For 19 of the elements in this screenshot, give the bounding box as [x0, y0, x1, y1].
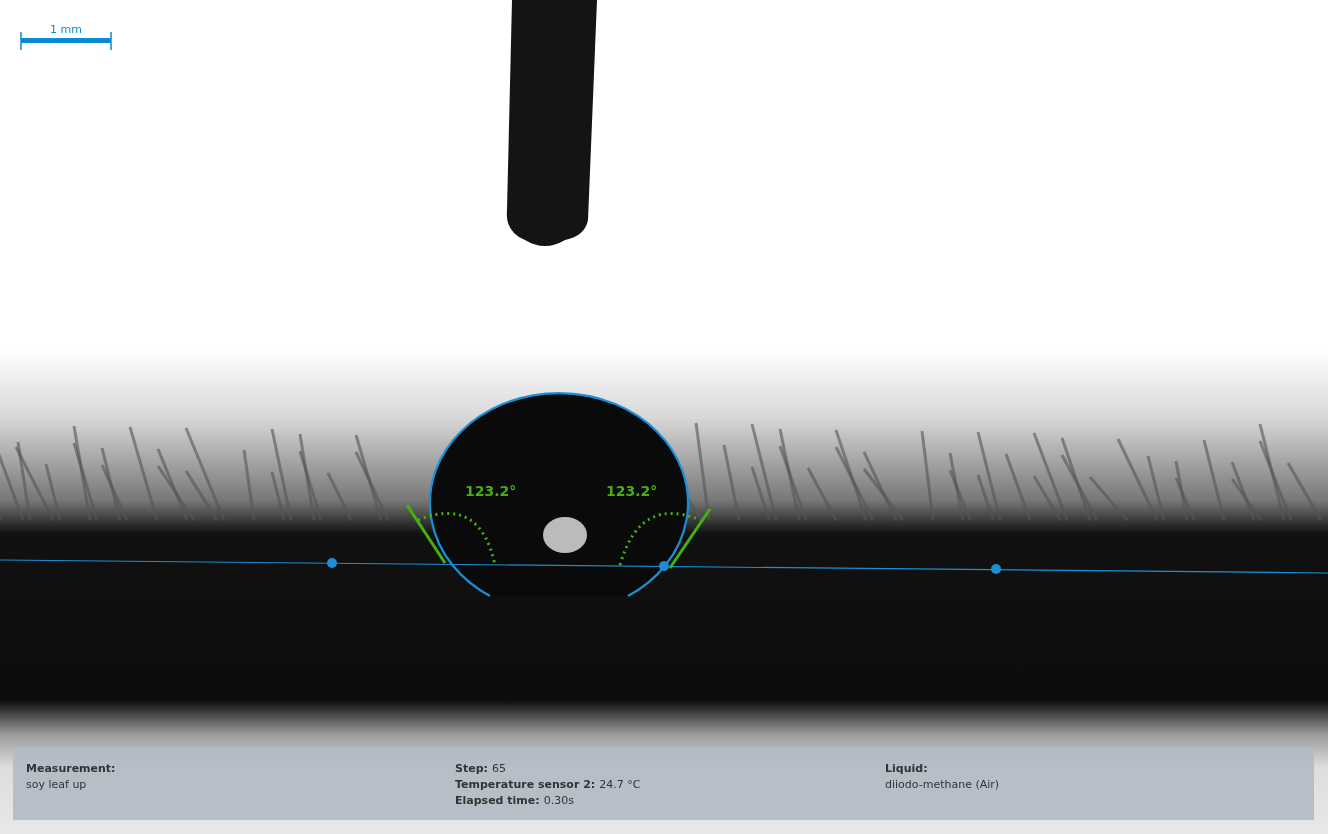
baseline-handle[interactable] [327, 558, 337, 568]
field-label: Measurement: [26, 761, 116, 777]
field-value: soy leaf up [26, 777, 87, 793]
field-value: 65 [491, 761, 506, 777]
scale-label: 1 mm [50, 23, 82, 36]
baseline-handle[interactable] [991, 564, 1001, 574]
field-label: Liquid: [885, 761, 928, 777]
field-value: diiodo-methane (Air) [885, 777, 1000, 793]
baseline-handle[interactable] [659, 561, 669, 571]
tangent-line [405, 504, 447, 564]
tangent-line [668, 508, 712, 569]
contact-angle-label: 123.2° [465, 483, 517, 499]
field-label: Elapsed time: [455, 793, 540, 809]
field-value: 24.7 °C [599, 777, 641, 793]
field-label: Temperature sensor 2: [455, 777, 596, 793]
field-value: 0.30s [543, 793, 574, 809]
scale-bar-icon [20, 31, 112, 51]
field-label: Step: [455, 761, 488, 777]
contact-angle-label: 123.2° [606, 483, 658, 499]
